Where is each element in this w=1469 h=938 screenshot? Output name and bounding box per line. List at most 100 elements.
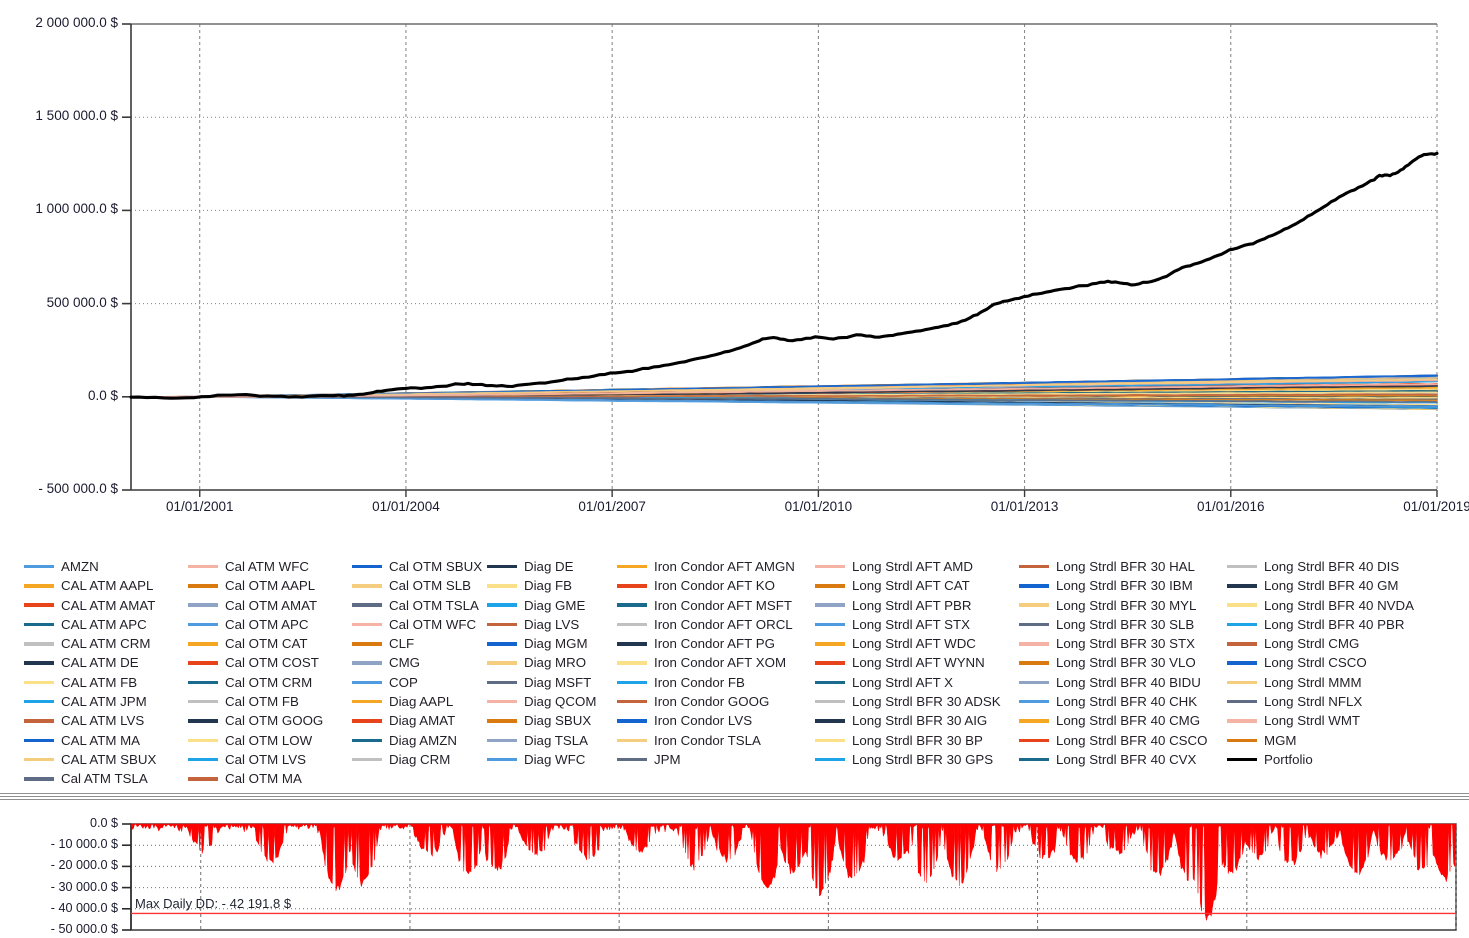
legend-item[interactable]: COP bbox=[352, 673, 487, 692]
legend-item[interactable]: Long Strdl BFR 40 CMG bbox=[1019, 711, 1227, 730]
legend-item[interactable]: Long Strdl AFT WDC bbox=[815, 634, 1019, 653]
legend-item[interactable]: Iron Condor AFT XOM bbox=[617, 653, 815, 672]
legend-item-label: Long Strdl BFR 40 CSCO bbox=[1056, 732, 1208, 748]
legend-item[interactable]: Iron Condor FB bbox=[617, 673, 815, 692]
legend-item[interactable]: Iron Condor GOOG bbox=[617, 692, 815, 711]
legend-item[interactable]: MGM bbox=[1227, 731, 1437, 750]
legend-item[interactable]: Cal OTM COST bbox=[188, 653, 352, 672]
legend-item[interactable]: Cal OTM LVS bbox=[188, 750, 352, 769]
legend-item[interactable]: Diag DE bbox=[487, 557, 617, 576]
legend-item[interactable]: CAL ATM AMAT bbox=[24, 596, 188, 615]
legend-item[interactable]: Diag SBUX bbox=[487, 711, 617, 730]
legend-item-label: Cal OTM COST bbox=[225, 655, 319, 671]
legend-item[interactable]: Long Strdl BFR 40 CVX bbox=[1019, 750, 1227, 769]
legend-item[interactable]: Diag QCOM bbox=[487, 692, 617, 711]
legend-item[interactable]: CMG bbox=[352, 653, 487, 672]
legend-item[interactable]: Long Strdl BFR 40 CSCO bbox=[1019, 731, 1227, 750]
legend-item[interactable]: Diag CRM bbox=[352, 750, 487, 769]
legend-item[interactable]: Cal OTM SBUX bbox=[352, 557, 487, 576]
legend-color-swatch-icon bbox=[188, 622, 218, 627]
legend-item[interactable]: CLF bbox=[352, 634, 487, 653]
legend-item[interactable]: Long Strdl BFR 30 ADSK bbox=[815, 692, 1019, 711]
legend-item[interactable]: Iron Condor LVS bbox=[617, 711, 815, 730]
legend-item[interactable]: CAL ATM SBUX bbox=[24, 750, 188, 769]
legend-item[interactable]: Cal OTM AMAT bbox=[188, 596, 352, 615]
legend-item[interactable]: Long Strdl BFR 30 IBM bbox=[1019, 576, 1227, 595]
legend-item[interactable]: Long Strdl AFT AMD bbox=[815, 557, 1019, 576]
legend-item[interactable]: Long Strdl CSCO bbox=[1227, 653, 1437, 672]
legend-item[interactable]: Iron Condor AFT PG bbox=[617, 634, 815, 653]
legend-item[interactable]: CAL ATM LVS bbox=[24, 711, 188, 730]
legend-item[interactable]: Long Strdl BFR 30 GPS bbox=[815, 750, 1019, 769]
legend-item[interactable]: Long Strdl WMT bbox=[1227, 711, 1437, 730]
legend-item[interactable]: Long Strdl BFR 30 SLB bbox=[1019, 615, 1227, 634]
legend-item[interactable]: Long Strdl AFT STX bbox=[815, 615, 1019, 634]
legend-item[interactable]: Long Strdl AFT X bbox=[815, 673, 1019, 692]
legend-item[interactable]: Cal OTM CAT bbox=[188, 634, 352, 653]
legend-item[interactable]: Diag AMZN bbox=[352, 731, 487, 750]
legend-item[interactable]: CAL ATM JPM bbox=[24, 692, 188, 711]
equity-x-tick-label: 01/01/2016 bbox=[1196, 499, 1265, 514]
legend-item[interactable]: Long Strdl BFR 30 VLO bbox=[1019, 653, 1227, 672]
legend-item[interactable]: Long Strdl BFR 30 STX bbox=[1019, 634, 1227, 653]
legend-item[interactable]: Diag MRO bbox=[487, 653, 617, 672]
legend-item[interactable]: Diag GME bbox=[487, 596, 617, 615]
legend-item[interactable]: AMZN bbox=[24, 557, 188, 576]
legend-item[interactable]: Long Strdl BFR 30 BP bbox=[815, 731, 1019, 750]
legend-item[interactable]: Cal ATM TSLA bbox=[24, 769, 188, 788]
legend-item[interactable]: Portfolio bbox=[1227, 750, 1437, 769]
legend-item[interactable]: Long Strdl BFR 30 HAL bbox=[1019, 557, 1227, 576]
legend-item[interactable]: CAL ATM APC bbox=[24, 615, 188, 634]
legend-item[interactable]: Diag MSFT bbox=[487, 673, 617, 692]
legend-item[interactable]: Cal OTM FB bbox=[188, 692, 352, 711]
legend-item[interactable]: Diag AMAT bbox=[352, 711, 487, 730]
legend-item[interactable]: Long Strdl BFR 30 AIG bbox=[815, 711, 1019, 730]
legend-item[interactable]: Iron Condor AFT MSFT bbox=[617, 596, 815, 615]
legend-item[interactable]: Cal OTM CRM bbox=[188, 673, 352, 692]
legend-item[interactable]: Cal OTM TSLA bbox=[352, 596, 487, 615]
legend-item[interactable]: Cal ATM WFC bbox=[188, 557, 352, 576]
legend-color-swatch-icon bbox=[352, 719, 382, 723]
legend-item[interactable]: Long Strdl NFLX bbox=[1227, 692, 1437, 711]
legend-item[interactable]: Iron Condor AFT KO bbox=[617, 576, 815, 595]
legend-item[interactable]: Diag MGM bbox=[487, 634, 617, 653]
legend-item[interactable]: Long Strdl BFR 40 NVDA bbox=[1227, 596, 1437, 615]
legend-item[interactable]: Diag AAPL bbox=[352, 692, 487, 711]
legend-item[interactable]: CAL ATM AAPL bbox=[24, 576, 188, 595]
legend-item[interactable]: CAL ATM CRM bbox=[24, 634, 188, 653]
legend-color-swatch-icon bbox=[352, 661, 382, 665]
legend-item[interactable]: Cal OTM APC bbox=[188, 615, 352, 634]
legend-item[interactable]: Long Strdl MMM bbox=[1227, 673, 1437, 692]
legend-item[interactable]: Cal OTM WFC bbox=[352, 615, 487, 634]
legend-item[interactable]: Diag TSLA bbox=[487, 731, 617, 750]
legend-item[interactable]: Long Strdl BFR 30 MYL bbox=[1019, 596, 1227, 615]
legend-item-label: CAL ATM DE bbox=[61, 655, 139, 671]
legend-item[interactable]: Long Strdl CMG bbox=[1227, 634, 1437, 653]
legend-item[interactable]: Long Strdl BFR 40 CHK bbox=[1019, 692, 1227, 711]
legend-item[interactable]: Long Strdl AFT PBR bbox=[815, 596, 1019, 615]
legend-item[interactable]: Long Strdl AFT WYNN bbox=[815, 653, 1019, 672]
legend-item[interactable]: Long Strdl BFR 40 BIDU bbox=[1019, 673, 1227, 692]
legend-item[interactable]: Iron Condor TSLA bbox=[617, 731, 815, 750]
legend-item[interactable]: Long Strdl BFR 40 DIS bbox=[1227, 557, 1437, 576]
legend-item[interactable]: CAL ATM DE bbox=[24, 653, 188, 672]
legend-item[interactable]: Cal OTM LOW bbox=[188, 731, 352, 750]
legend-item[interactable]: Cal OTM SLB bbox=[352, 576, 487, 595]
legend-item[interactable]: JPM bbox=[617, 750, 815, 769]
legend-item[interactable]: CAL ATM MA bbox=[24, 731, 188, 750]
legend-item[interactable]: Cal OTM MA bbox=[188, 769, 352, 788]
legend-item-label: Cal OTM CRM bbox=[225, 674, 313, 690]
legend-item[interactable]: Iron Condor AFT AMGN bbox=[617, 557, 815, 576]
legend-item[interactable]: CAL ATM FB bbox=[24, 673, 188, 692]
legend-item[interactable]: Long Strdl BFR 40 PBR bbox=[1227, 615, 1437, 634]
legend-item[interactable]: Cal OTM AAPL bbox=[188, 576, 352, 595]
legend-item[interactable]: Diag FB bbox=[487, 576, 617, 595]
legend-item-label: Long Strdl BFR 30 ADSK bbox=[852, 694, 1001, 710]
legend-item[interactable]: Long Strdl AFT CAT bbox=[815, 576, 1019, 595]
legend-item[interactable]: Long Strdl BFR 40 GM bbox=[1227, 576, 1437, 595]
panel-splitter[interactable] bbox=[0, 790, 1469, 804]
legend-item[interactable]: Iron Condor AFT ORCL bbox=[617, 615, 815, 634]
legend-item[interactable]: Diag WFC bbox=[487, 750, 617, 769]
legend-item[interactable]: Cal OTM GOOG bbox=[188, 711, 352, 730]
legend-item[interactable]: Diag LVS bbox=[487, 615, 617, 634]
